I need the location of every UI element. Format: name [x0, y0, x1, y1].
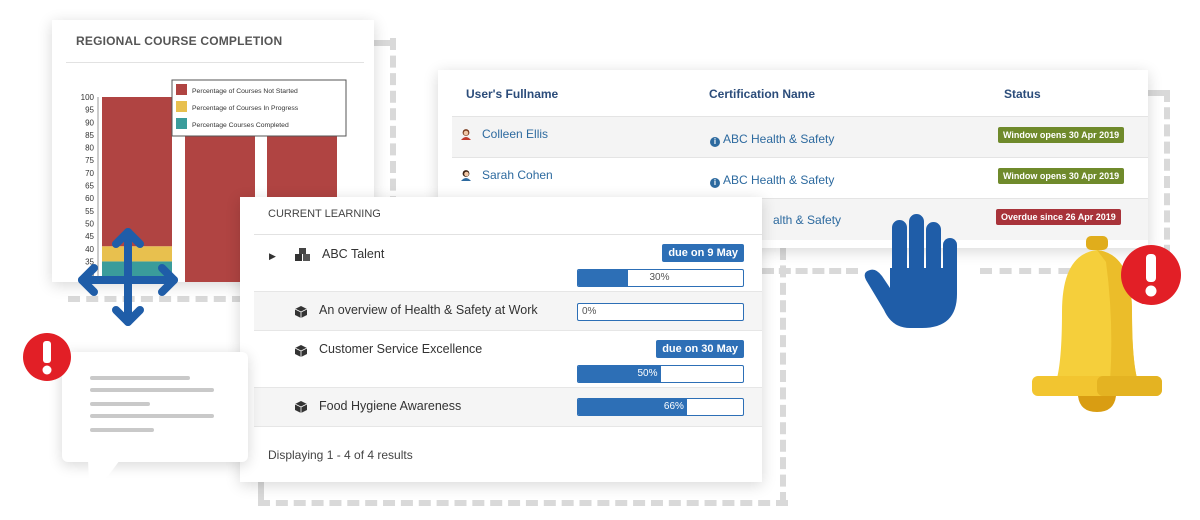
- y-tick-label: 70: [85, 169, 94, 178]
- progress-bar: 30%: [577, 269, 744, 287]
- y-tick-label: 65: [85, 182, 94, 191]
- y-tick-label: 100: [81, 93, 95, 102]
- legend-label: Percentage of Courses In Progress: [192, 105, 299, 112]
- course-title[interactable]: ABC Talent: [322, 247, 384, 261]
- dashed-frame: [1146, 90, 1170, 96]
- legend-label: Percentage of Courses Not Started: [192, 88, 298, 95]
- results-count: Displaying 1 - 4 of 4 results: [268, 448, 413, 462]
- progress-bar: 50%: [577, 365, 744, 383]
- female-avatar-icon: [461, 129, 471, 140]
- list-item[interactable]: Food Hygiene Awareness 66%: [254, 388, 762, 427]
- y-tick-label: 80: [85, 144, 94, 153]
- status-badge: Window opens 30 Apr 2019: [998, 168, 1125, 184]
- y-tick-label: 75: [85, 156, 94, 165]
- list-item[interactable]: ▶ ABC Talent due on 9 May 30%: [254, 235, 762, 292]
- course-title[interactable]: An overview of Health & Safety at Work: [319, 303, 538, 317]
- certification-link[interactable]: i ABC Health & Safety: [710, 132, 834, 147]
- info-icon: i: [710, 137, 720, 147]
- course-title[interactable]: Food Hygiene Awareness: [319, 399, 461, 413]
- y-tick-label: 60: [85, 194, 94, 203]
- table-row: Sarah Cohen i ABC Health & Safety Window …: [452, 157, 1148, 199]
- progress-label: 30%: [649, 272, 670, 283]
- user-name-link[interactable]: Colleen Ellis: [482, 127, 548, 141]
- expand-caret-icon[interactable]: ▶: [269, 251, 276, 262]
- dashed-frame: [780, 248, 786, 504]
- y-tick-label: 95: [85, 106, 94, 115]
- list-item[interactable]: An overview of Health & Safety at Work 0…: [254, 292, 762, 331]
- certification-link[interactable]: i ABC Health & Safety: [710, 173, 834, 188]
- legend-swatch: [176, 84, 187, 95]
- y-tick-label: 85: [85, 131, 94, 140]
- program-cubes-icon: [295, 248, 310, 261]
- info-icon: i: [710, 178, 720, 188]
- due-badge: due on 30 May: [656, 340, 744, 358]
- col-header-status[interactable]: Status: [1004, 87, 1041, 101]
- col-header-fullname[interactable]: User's Fullname: [466, 87, 558, 101]
- progress-bar: 66%: [577, 398, 744, 416]
- user-name-link[interactable]: Sarah Cohen: [482, 168, 553, 182]
- course-cube-icon: [294, 306, 308, 318]
- move-arrows-icon: [78, 228, 178, 326]
- female-avatar-icon: [461, 170, 471, 181]
- course-title[interactable]: Customer Service Excellence: [319, 342, 482, 356]
- legend-label: Percentage Courses Completed: [192, 122, 289, 129]
- dashed-frame: [258, 500, 788, 506]
- progress-label: 66%: [663, 401, 684, 412]
- dashed-frame: [762, 268, 858, 274]
- stop-hand-icon: [864, 214, 957, 328]
- progress-fill: [578, 270, 628, 286]
- dashed-frame: [374, 40, 396, 46]
- alert-icon: [23, 333, 71, 381]
- certification-link[interactable]: alth & Safety: [773, 213, 841, 227]
- y-tick-label: 90: [85, 118, 94, 127]
- table-row: Colleen Ellis i ABC Health & Safety Windo…: [452, 116, 1148, 158]
- list-item[interactable]: Customer Service Excellence due on 30 Ma…: [254, 331, 762, 388]
- status-badge: Window opens 30 Apr 2019: [998, 127, 1125, 143]
- progress-label: 0%: [582, 306, 597, 317]
- status-badge: Overdue since 26 Apr 2019: [996, 209, 1121, 225]
- progress-label: 50%: [637, 368, 658, 379]
- y-tick-label: 55: [85, 207, 94, 216]
- col-header-certification[interactable]: Certification Name: [709, 87, 815, 101]
- current-learning-card: CURRENT LEARNING ▶ ABC Talent due on 9 M…: [240, 197, 762, 482]
- chat-bubble: [62, 352, 248, 462]
- section-title: CURRENT LEARNING: [268, 208, 381, 220]
- legend-swatch: [176, 101, 187, 112]
- chat-bubble-tail: [88, 460, 120, 500]
- progress-bar: 0%: [577, 303, 744, 321]
- course-cube-icon: [294, 345, 308, 357]
- course-cube-icon: [294, 401, 308, 413]
- legend-swatch: [176, 118, 187, 129]
- due-badge: due on 9 May: [662, 244, 744, 262]
- alert-icon: [1121, 245, 1181, 305]
